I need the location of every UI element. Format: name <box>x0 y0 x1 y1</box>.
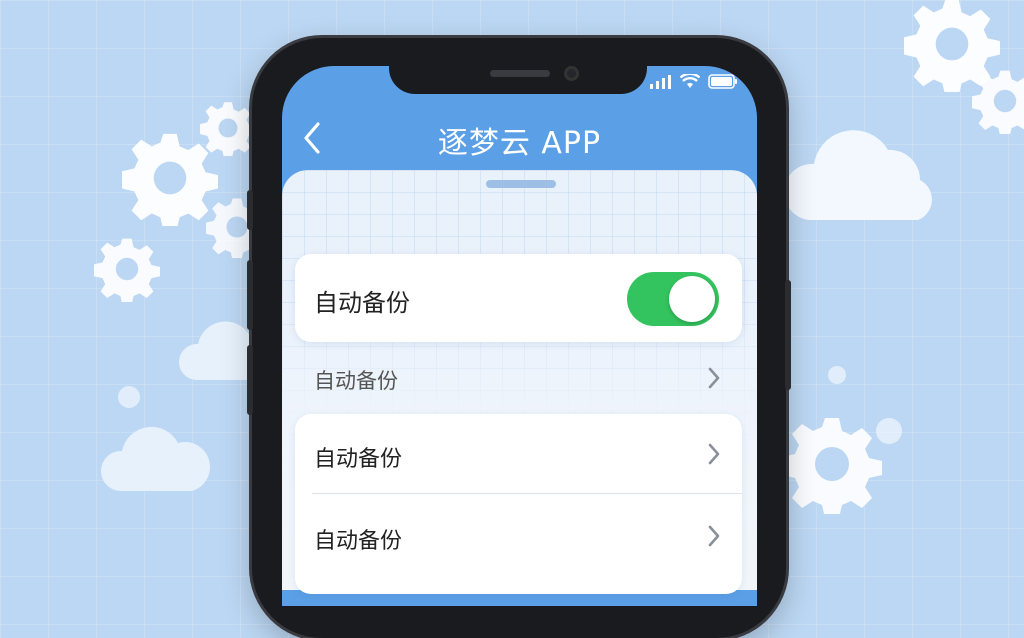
chevron-right-icon <box>708 525 720 547</box>
row-divider <box>312 493 742 494</box>
bubble-dot <box>118 386 140 408</box>
notch <box>389 64 647 94</box>
side-button <box>785 280 791 390</box>
speaker <box>490 70 550 77</box>
toggle-knob <box>669 276 715 322</box>
page-title: 逐梦云 APP <box>437 126 602 161</box>
gear-icon <box>94 236 160 302</box>
auto-backup-toggle[interactable] <box>627 272 719 326</box>
camera <box>564 66 579 81</box>
bubble-dot <box>828 366 846 384</box>
status-bar <box>650 72 738 93</box>
list-row-label[interactable]: 自动备份 <box>314 523 402 555</box>
wifi-icon <box>679 72 701 93</box>
cloud-icon <box>98 425 210 499</box>
side-button <box>247 345 253 415</box>
gear-icon <box>200 100 256 156</box>
gear-icon <box>972 68 1024 134</box>
gear-icon <box>782 414 882 514</box>
battery-icon <box>708 74 738 93</box>
bubble-dot <box>876 418 902 444</box>
toggle-row-label: 自动备份 <box>314 289 410 317</box>
plain-row-label[interactable]: 自动备份 <box>314 365 398 395</box>
chevron-right-icon <box>708 443 720 465</box>
sheet-handle[interactable] <box>486 180 556 188</box>
list-row-label[interactable]: 自动备份 <box>314 441 402 473</box>
side-button <box>247 190 253 230</box>
side-button <box>247 260 253 330</box>
chevron-right-icon <box>708 367 720 389</box>
signal-icon <box>650 74 672 93</box>
cloud-icon <box>780 125 940 229</box>
